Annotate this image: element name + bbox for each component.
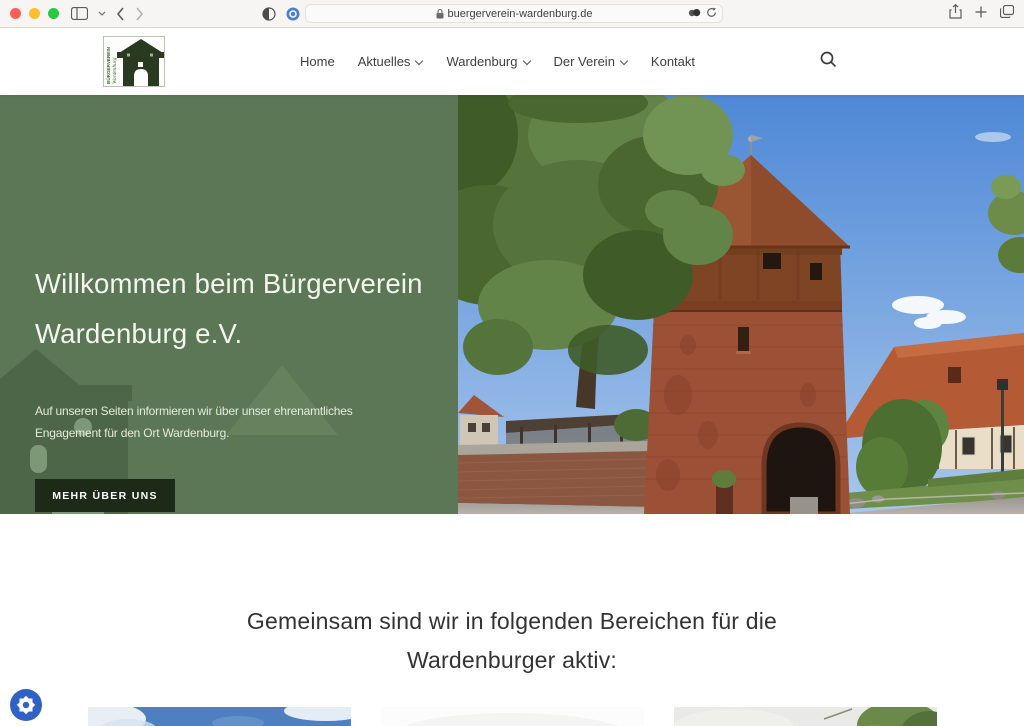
lock-icon (436, 9, 444, 19)
logo-text-line2: Wardenburg (112, 57, 118, 84)
hero-photo (458, 95, 1024, 514)
chevron-down-icon[interactable] (98, 4, 106, 24)
site-logo[interactable]: BÜRGERVEREIN Wardenburg (103, 36, 165, 87)
chevron-down-icon (523, 57, 531, 65)
activity-cards-row (88, 707, 937, 726)
zoom-button[interactable] (48, 8, 59, 19)
nav-label: Kontakt (651, 54, 695, 69)
nav-item-kontakt[interactable]: Kontakt (651, 54, 695, 69)
chevron-down-icon (620, 57, 628, 65)
reload-icon[interactable] (706, 7, 717, 21)
window-controls (10, 8, 59, 19)
nav-label: Aktuelles (358, 54, 411, 69)
nav-item-der-verein[interactable]: Der Verein (554, 54, 628, 69)
nav-label: Home (300, 54, 335, 69)
safari-window: buergerverein-wardenburg.de (0, 0, 1024, 726)
cookie-settings-button[interactable] (7, 686, 45, 724)
intro-heading: Gemeinsam sind wir in folgenden Bereiche… (212, 602, 812, 680)
nav-label: Der Verein (554, 54, 615, 69)
cookie-settings-flower-icon (7, 686, 45, 724)
intro-section: Gemeinsam sind wir in folgenden Bereiche… (0, 514, 1024, 680)
nav-item-home[interactable]: Home (300, 54, 335, 69)
share-icon[interactable] (949, 4, 962, 24)
nav-item-aktuelles[interactable]: Aktuelles (358, 54, 424, 69)
forward-icon[interactable] (135, 4, 144, 24)
logo-text-line1: BÜRGERVEREIN (105, 46, 111, 84)
extension-icon[interactable] (286, 7, 300, 26)
minimize-button[interactable] (29, 8, 40, 19)
browser-toolbar: buergerverein-wardenburg.de (0, 0, 1024, 28)
nav-label: Wardenburg (446, 54, 517, 69)
hero-subtitle: Auf unseren Seiten informieren wir über … (35, 401, 387, 444)
sidebar-icon[interactable] (71, 4, 88, 24)
chevron-down-icon (415, 57, 423, 65)
hero-section: Willkommen beim Bürgerverein Wardenburg … (0, 95, 1024, 514)
address-bar[interactable]: buergerverein-wardenburg.de (305, 4, 723, 23)
hero-title: Willkommen beim Bürgerverein Wardenburg … (35, 259, 458, 359)
search-icon[interactable] (820, 51, 837, 73)
tab-overview-icon[interactable] (1000, 5, 1014, 23)
site-header: BÜRGERVEREIN Wardenburg Home Aktuelles W… (0, 28, 1024, 95)
new-tab-icon[interactable] (975, 5, 987, 23)
nav-item-wardenburg[interactable]: Wardenburg (446, 54, 530, 69)
activity-card-1[interactable] (88, 707, 351, 726)
back-icon[interactable] (116, 4, 125, 24)
main-navigation: Home Aktuelles Wardenburg Der Verein Kon… (300, 28, 695, 95)
mehr-ueber-uns-button[interactable]: MEHR ÜBER UNS (35, 479, 175, 512)
close-button[interactable] (10, 8, 21, 19)
site-zoom-icon[interactable] (688, 8, 701, 20)
activity-card-3[interactable] (674, 707, 937, 726)
activity-card-2[interactable] (381, 707, 644, 726)
hero-text-panel: Willkommen beim Bürgerverein Wardenburg … (0, 95, 458, 514)
address-domain: buergerverein-wardenburg.de (448, 8, 593, 20)
page-appearance-icon[interactable] (262, 7, 276, 26)
